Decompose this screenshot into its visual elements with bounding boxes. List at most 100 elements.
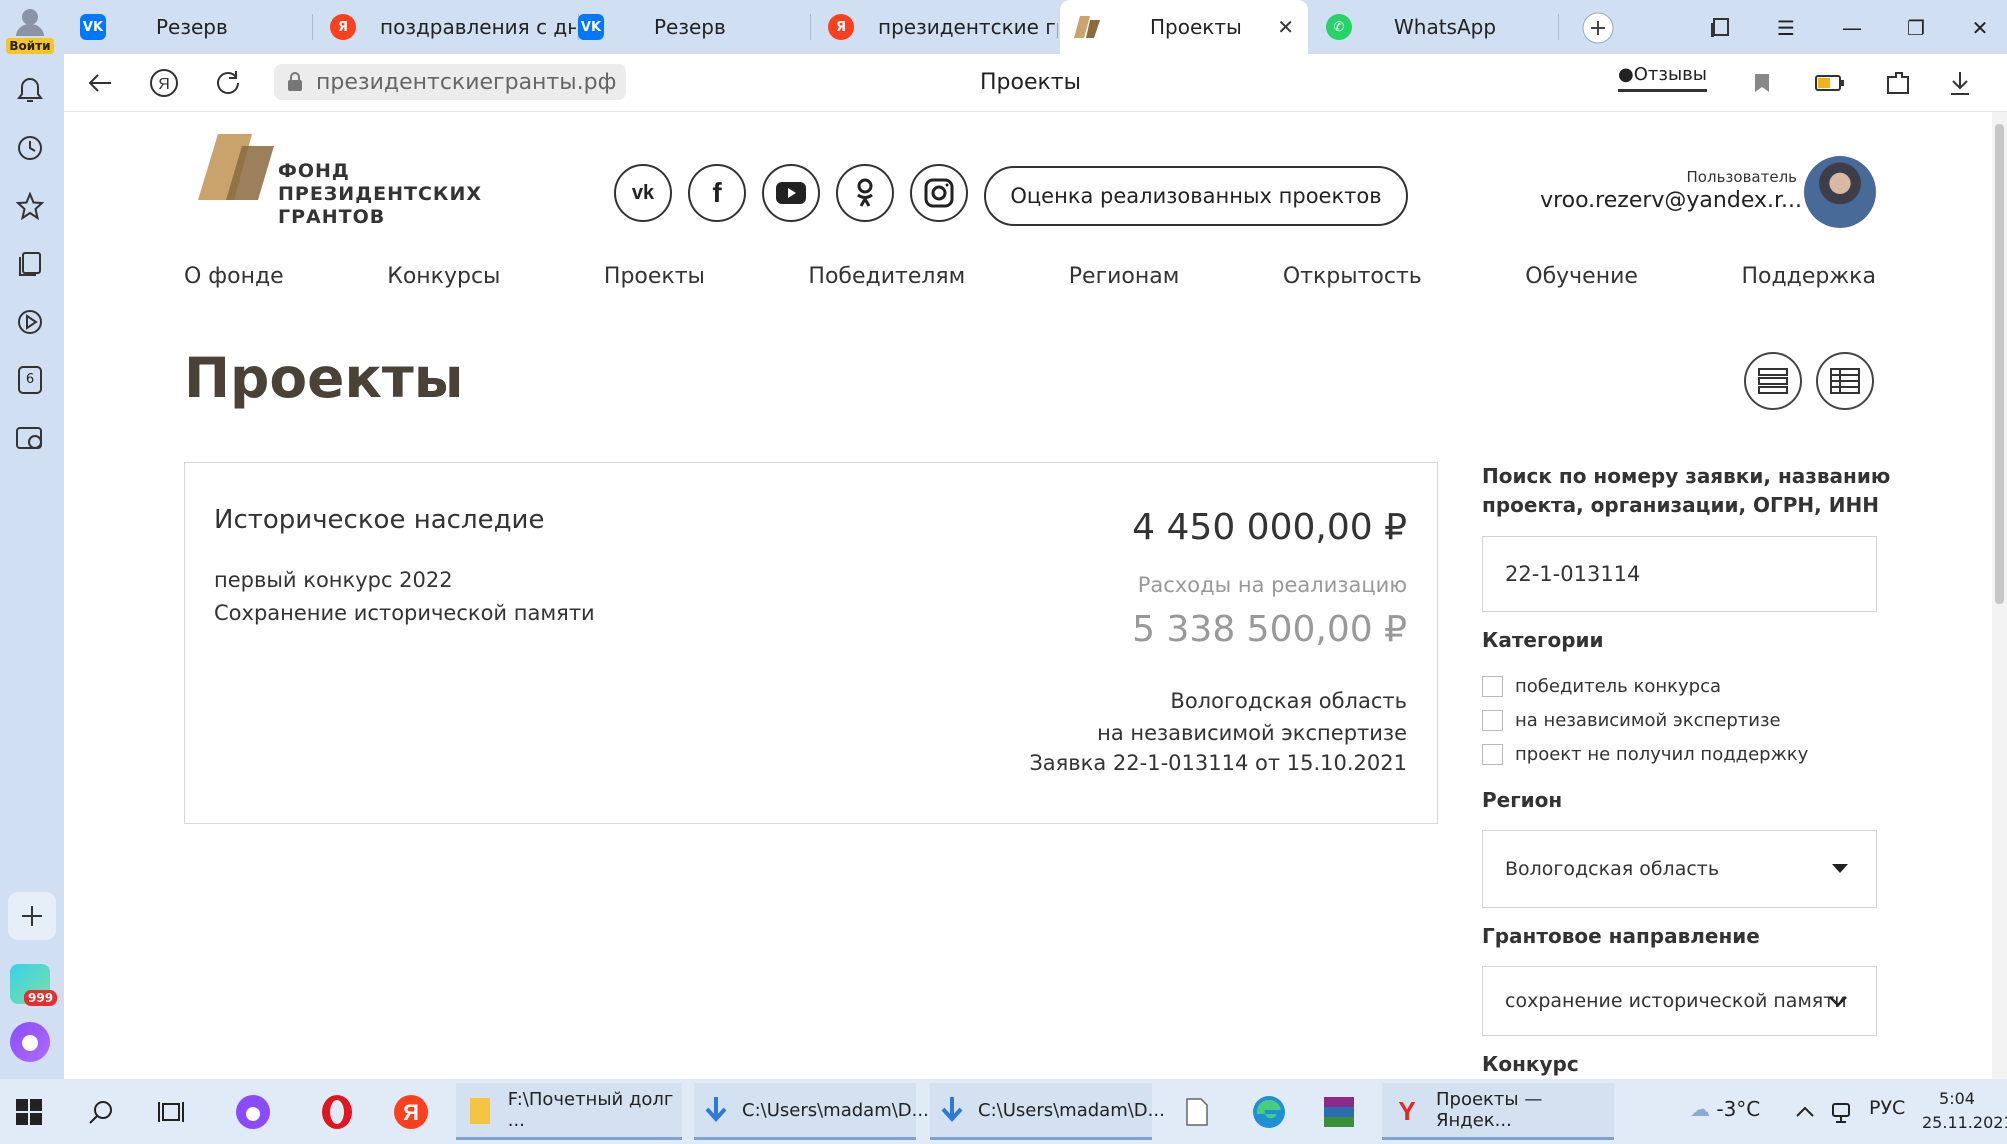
user-email[interactable]: vroo.rezerv@yandex.r... (1540, 188, 1802, 213)
browser-tab[interactable]: Я поздравления с днё (316, 0, 576, 54)
odnoklassniki-icon[interactable] (836, 164, 894, 222)
vk-icon[interactable]: vk (614, 164, 672, 222)
back-icon[interactable] (84, 67, 116, 99)
tray-weather[interactable]: ☁ -3°C (1690, 1097, 1760, 1121)
youtube-icon[interactable] (762, 164, 820, 222)
history-icon[interactable] (14, 132, 46, 164)
edge-icon[interactable] (1248, 1091, 1290, 1133)
task-view-icon[interactable] (150, 1091, 192, 1133)
taskbar-app-yandex-browser[interactable]: Y Проекты — Яндек... (1382, 1083, 1614, 1140)
tab-label: президентские грант (878, 15, 1058, 39)
star-icon[interactable] (14, 190, 46, 222)
clock[interactable]: 5:04 25.11.2021 (1922, 1087, 2007, 1135)
fpg-logo-text[interactable]: ФОНД ПРЕЗИДЕНТСКИХ ГРАНТОВ (278, 160, 482, 229)
category-label: победитель конкурса (1515, 676, 1722, 697)
checkbox[interactable] (1482, 676, 1503, 697)
project-card[interactable]: Историческое наследие первый конкурс 202… (184, 462, 1438, 824)
browser-tab[interactable]: Я президентские грант (814, 0, 1058, 54)
clock-time: 5:04 (1939, 1089, 1975, 1108)
rate-projects-button[interactable]: Оценка реализованных проектов (984, 166, 1408, 226)
messenger-icon[interactable]: 999 (10, 964, 58, 1006)
category-checkbox[interactable]: на независимой экспертизе (1482, 710, 1781, 731)
direction-label: Грантовое направление (1482, 924, 1760, 948)
login-button[interactable]: Войти (6, 38, 54, 54)
instagram-icon[interactable] (910, 164, 968, 222)
document-icon[interactable] (1176, 1091, 1218, 1133)
category-checkbox[interactable]: проект не получил поддержку (1482, 744, 1808, 765)
menu-icon[interactable]: ☰ (1766, 8, 1806, 48)
region-select[interactable]: Вологодская область (1482, 830, 1877, 908)
profile-area[interactable]: Войти (0, 0, 64, 54)
svg-text:Y: Y (1398, 1096, 1415, 1125)
alice-icon[interactable] (232, 1091, 274, 1133)
region-label: Регион (1482, 788, 1563, 812)
nav-item-about[interactable]: О фонде (184, 264, 284, 289)
yandex-logo-icon[interactable]: Я (148, 67, 180, 99)
main-nav: О фонде Конкурсы Проекты Победителям Рег… (184, 264, 1876, 289)
browser-tab-active[interactable]: Проекты ✕ (1060, 0, 1308, 54)
browser-tab[interactable]: VK Резерв (66, 0, 310, 54)
search-icon[interactable] (80, 1091, 122, 1133)
windows-start-icon[interactable] (8, 1091, 50, 1133)
close-window-icon[interactable]: ✕ (1960, 8, 2000, 48)
nav-item-projects[interactable]: Проекты (604, 264, 705, 289)
nav-item-winners[interactable]: Победителям (808, 264, 965, 289)
collections-side-icon[interactable] (14, 248, 46, 280)
add-panel-button[interactable] (8, 892, 56, 940)
taskbar-app-download[interactable]: C:\Users\madam\D... (930, 1083, 1165, 1140)
nav-item-support[interactable]: Поддержка (1741, 264, 1876, 289)
taskbar-app-download[interactable]: C:\Users\madam\D... (694, 1083, 929, 1140)
category-label: проект не получил поддержку (1515, 744, 1809, 765)
battery-saver-icon[interactable] (1814, 67, 1846, 99)
restore-icon[interactable]: ❐ (1896, 8, 1936, 48)
minimize-icon[interactable]: — (1832, 8, 1872, 48)
collections-icon[interactable] (1700, 8, 1740, 48)
clock-date: 25.11.2021 (1922, 1113, 2007, 1132)
unread-badge: 999 (24, 990, 58, 1006)
project-title[interactable]: Историческое наследие (214, 505, 544, 535)
checkbox[interactable] (1482, 744, 1503, 765)
cloud-icon: ☁ (1690, 1097, 1710, 1121)
checkbox[interactable] (1482, 710, 1503, 731)
bookmark-icon[interactable] (1746, 67, 1778, 99)
category-checkbox[interactable]: победитель конкурса (1482, 676, 1721, 697)
nav-item-regions[interactable]: Регионам (1069, 264, 1180, 289)
nav-item-learning[interactable]: Обучение (1525, 264, 1638, 289)
facebook-icon[interactable]: f (688, 164, 746, 222)
browser-tab[interactable]: VK Резерв (564, 0, 808, 54)
scroll-thumb[interactable] (1995, 124, 2004, 604)
search-input[interactable]: 22-1-013114 (1482, 536, 1877, 612)
fpg-logo-icon[interactable] (198, 134, 274, 204)
table-view-icon[interactable] (1816, 352, 1874, 410)
nav-item-contests[interactable]: Конкурсы (387, 264, 500, 289)
alice-icon[interactable] (10, 1022, 50, 1062)
new-tab-icon[interactable] (1578, 8, 1618, 48)
speech-bubble-icon: ● (1618, 64, 1634, 85)
yandex-icon: Я (330, 14, 356, 40)
browser-tab[interactable]: ✆ WhatsApp (1312, 0, 1556, 54)
language-indicator[interactable]: РУС (1869, 1097, 1905, 1119)
avatar[interactable] (1804, 156, 1876, 228)
url-field[interactable]: президентскиегранты.рф (274, 64, 627, 100)
page-scrollbar[interactable] (1992, 112, 2007, 1079)
nav-item-openness[interactable]: Открытость (1283, 264, 1422, 289)
tabs-count-icon[interactable]: 6 (14, 364, 46, 396)
tab-label: WhatsApp (1394, 15, 1497, 39)
play-icon[interactable] (14, 306, 46, 338)
downloads-icon[interactable] (1944, 67, 1976, 99)
download-icon (940, 1095, 964, 1125)
reviews-button[interactable]: ●Отзывы (1618, 64, 1707, 92)
yandex-icon[interactable]: Я (390, 1091, 432, 1133)
close-tab-icon[interactable]: ✕ (1277, 15, 1294, 39)
network-icon[interactable] (1820, 1091, 1862, 1133)
list-view-icon[interactable] (1744, 352, 1802, 410)
direction-select[interactable]: сохранение исторической памяти (1482, 966, 1877, 1036)
extensions-icon[interactable] (1882, 67, 1914, 99)
bell-icon[interactable] (14, 74, 46, 106)
winrar-icon[interactable] (1318, 1091, 1360, 1133)
opera-icon[interactable] (316, 1091, 358, 1133)
reload-icon[interactable] (212, 67, 244, 99)
taskbar-app-explorer[interactable]: F:\Почетный долг ... (456, 1083, 682, 1140)
download-icon (704, 1095, 728, 1125)
screenshot-icon[interactable] (14, 422, 46, 454)
